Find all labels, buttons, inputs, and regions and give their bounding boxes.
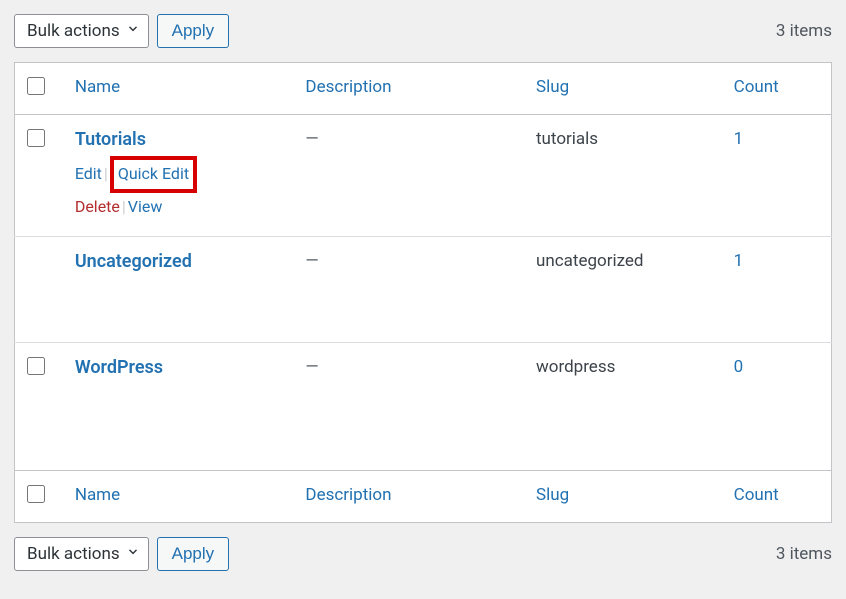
row-title-link[interactable]: Tutorials (75, 129, 146, 150)
row-slug-cell: wordpress (524, 342, 722, 470)
items-count: 3 items (776, 544, 832, 564)
description-text: — (305, 129, 318, 149)
view-link[interactable]: View (128, 197, 163, 216)
row-count-cell: 0 (722, 342, 832, 470)
bulk-actions-select[interactable]: Bulk actions (14, 537, 149, 571)
delete-link[interactable]: Delete (75, 197, 120, 216)
bottom-toolbar: Bulk actions Apply 3 items (14, 537, 832, 571)
separator: | (102, 164, 110, 183)
chevron-down-icon (126, 544, 140, 564)
separator: | (120, 197, 128, 216)
table-footer-row: Name Description Slug Count (15, 470, 832, 522)
row-checkbox-cell (15, 236, 63, 342)
column-slug-header[interactable]: Slug (524, 63, 722, 115)
column-count-header[interactable]: Count (722, 63, 832, 115)
row-checkbox[interactable] (27, 357, 45, 375)
row-actions: Edit|Quick Edit Delete|View (75, 156, 282, 222)
toolbar-left: Bulk actions Apply (14, 14, 229, 48)
row-title-link[interactable]: Uncategorized (75, 251, 192, 272)
chevron-down-icon (126, 21, 140, 41)
apply-button[interactable]: Apply (157, 537, 230, 571)
count-link[interactable]: 1 (734, 129, 744, 149)
row-count-cell: 1 (722, 115, 832, 237)
select-all-header (15, 63, 63, 115)
slug-text: uncategorized (536, 251, 644, 271)
row-description-cell: — (293, 115, 524, 237)
column-count-footer[interactable]: Count (722, 470, 832, 522)
table-row: Tutorials Edit|Quick Edit Delete|View — … (15, 115, 832, 237)
row-title-link[interactable]: WordPress (75, 357, 163, 378)
top-toolbar: Bulk actions Apply 3 items (14, 14, 832, 48)
apply-button[interactable]: Apply (157, 14, 230, 48)
toolbar-left: Bulk actions Apply (14, 537, 229, 571)
description-text: — (305, 357, 318, 377)
column-description-header[interactable]: Description (293, 63, 524, 115)
row-slug-cell: tutorials (524, 115, 722, 237)
row-count-cell: 1 (722, 236, 832, 342)
row-checkbox-cell (15, 115, 63, 237)
select-all-footer (15, 470, 63, 522)
select-all-checkbox[interactable] (27, 77, 45, 95)
table-row: WordPress — wordpress 0 (15, 342, 832, 470)
categories-table: Name Description Slug Count Tutorials Ed… (14, 62, 832, 523)
row-name-cell: Tutorials Edit|Quick Edit Delete|View (63, 115, 294, 237)
table-header-row: Name Description Slug Count (15, 63, 832, 115)
column-description-footer[interactable]: Description (293, 470, 524, 522)
row-description-cell: — (293, 236, 524, 342)
row-checkbox[interactable] (27, 129, 45, 147)
bulk-actions-label: Bulk actions (27, 21, 120, 41)
column-slug-footer[interactable]: Slug (524, 470, 722, 522)
count-link[interactable]: 1 (734, 251, 744, 271)
quick-edit-link[interactable]: Quick Edit (118, 164, 189, 183)
items-count: 3 items (776, 21, 832, 41)
row-name-cell: Uncategorized (63, 236, 294, 342)
slug-text: wordpress (536, 357, 615, 377)
row-description-cell: — (293, 342, 524, 470)
edit-link[interactable]: Edit (75, 164, 102, 183)
count-link[interactable]: 0 (734, 357, 744, 377)
slug-text: tutorials (536, 129, 598, 149)
row-checkbox-cell (15, 342, 63, 470)
quick-edit-highlight: Quick Edit (110, 156, 197, 193)
row-slug-cell: uncategorized (524, 236, 722, 342)
row-name-cell: WordPress (63, 342, 294, 470)
select-all-checkbox[interactable] (27, 485, 45, 503)
column-name-footer[interactable]: Name (63, 470, 294, 522)
bulk-actions-select[interactable]: Bulk actions (14, 14, 149, 48)
table-row: Uncategorized — uncategorized 1 (15, 236, 832, 342)
bulk-actions-label: Bulk actions (27, 544, 120, 564)
column-name-header[interactable]: Name (63, 63, 294, 115)
description-text: — (305, 251, 318, 271)
